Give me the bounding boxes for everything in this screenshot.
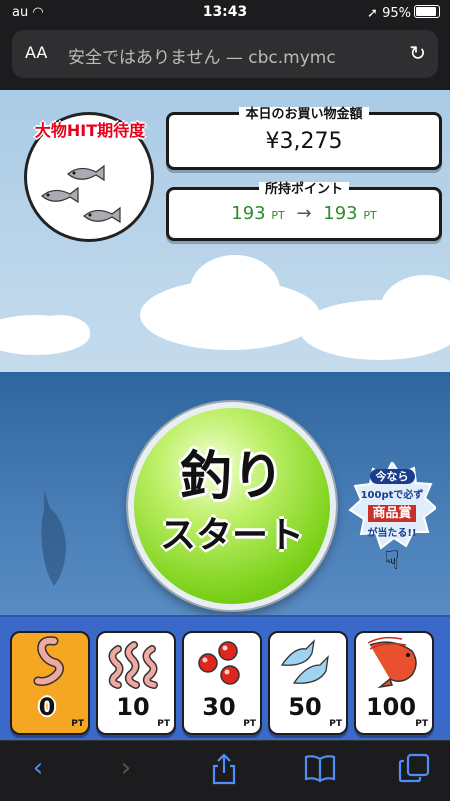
red-balls-icon — [198, 641, 240, 685]
bookmarks-icon[interactable] — [300, 753, 340, 789]
worm-single-icon — [33, 636, 64, 686]
text-size-button[interactable]: AA — [25, 43, 47, 62]
bait-selection-tray: 0 PT 10 PT 30 PT 50 PT 100 PT — [0, 615, 450, 740]
points-arrow: → — [296, 203, 312, 224]
address-text[interactable]: 安全ではありません — cbc.mymc — [68, 43, 398, 68]
fish-shadow-icon — [41, 490, 66, 586]
hit-expectation-title: 大物HIT期待度 — [34, 121, 146, 140]
location-icon: ➚ — [367, 6, 378, 21]
bait-unit: PT — [157, 719, 170, 729]
bait-cost: 0 — [38, 693, 56, 721]
bait-option-0[interactable]: 0 PT — [10, 631, 90, 735]
shrimp-icon — [367, 636, 417, 689]
points-label: 所持ポイント — [258, 182, 349, 197]
worms-icon — [108, 641, 158, 689]
battery-icon — [414, 5, 440, 18]
points-unit: PT — [271, 209, 285, 222]
start-fishing-button[interactable]: 釣り スタート — [128, 402, 336, 610]
tabs-icon[interactable] — [394, 753, 434, 789]
browser-header: AA 安全ではありません — cbc.mymc ↻ — [0, 26, 450, 90]
browser-toolbar: ‹ › — [0, 740, 450, 801]
battery-status: ➚ 95% — [367, 5, 440, 21]
bait-unit: PT — [415, 719, 428, 729]
promo-line3: 商品賞 — [368, 505, 416, 522]
bait-option-50[interactable]: 50 PT — [268, 631, 348, 735]
points-panel: 所持ポイント 193 PT → 193 PT — [166, 182, 442, 241]
fishing-game: 大物HIT期待度 本日のお買い物金額 ¥3,275 所持ポイント 193 PT … — [0, 90, 450, 740]
start-button-line1: 釣り — [179, 447, 284, 507]
bait-unit: PT — [243, 719, 256, 729]
reload-icon[interactable]: ↻ — [409, 41, 426, 65]
promo-line4: が当たる!! — [367, 528, 417, 539]
points-before: 193 — [231, 203, 266, 224]
cloud — [190, 255, 280, 325]
back-icon[interactable]: ‹ — [18, 753, 58, 789]
points-unit: PT — [363, 209, 377, 222]
forward-icon[interactable]: › — [106, 753, 146, 789]
promo-line2: 100ptで必ず — [360, 490, 424, 501]
cloud — [30, 315, 90, 350]
bait-option-100[interactable]: 100 PT — [354, 631, 434, 735]
bait-cost: 10 — [116, 693, 150, 721]
purchase-amount-label: 本日のお買い物金額 — [239, 107, 369, 122]
promo-badge[interactable]: 今なら 100ptで必ず 商品賞 が当たる!! — [348, 462, 436, 550]
purchase-amount-value: ¥3,275 — [265, 129, 343, 154]
small-fish-icon — [280, 639, 329, 684]
bait-cost: 100 — [365, 693, 417, 721]
bait-cost: 30 — [202, 693, 236, 721]
share-icon[interactable] — [204, 753, 244, 789]
bait-unit: PT — [329, 719, 342, 729]
promo-line1: 今なら — [369, 469, 415, 484]
status-bar: au ◠ 13:43 ➚ 95% — [0, 0, 450, 26]
pointing-hand-icon: ☟ — [384, 546, 400, 576]
points-value: 193 PT → 193 PT — [169, 203, 439, 224]
bait-option-10[interactable]: 10 PT — [96, 631, 176, 735]
address-bar[interactable]: AA 安全ではありません — cbc.mymc ↻ — [12, 30, 438, 78]
bait-option-30[interactable]: 30 PT — [182, 631, 262, 735]
purchase-amount-panel: 本日のお買い物金額 ¥3,275 — [166, 107, 442, 170]
points-after: 193 — [323, 203, 358, 224]
start-button-line2: スタート — [159, 515, 304, 556]
bait-unit: PT — [71, 719, 84, 729]
bait-cost: 50 — [288, 693, 322, 721]
